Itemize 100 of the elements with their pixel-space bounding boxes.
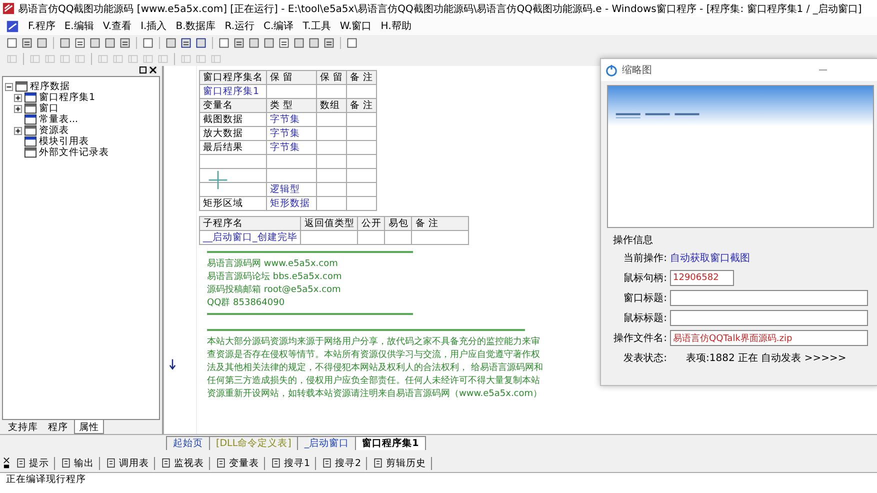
- toolbar-icon[interactable]: [323, 37, 335, 49]
- column-header: 类 型: [266, 98, 316, 112]
- status-text: 表项:1882 正在 自动发表 >>>>>: [685, 352, 846, 365]
- expander-icon[interactable]: [14, 104, 22, 112]
- output-tab[interactable]: 调用表: [106, 456, 155, 470]
- menu-item[interactable]: I.插入: [140, 19, 167, 33]
- node-icon: [24, 135, 37, 148]
- section-label: 操作信息: [613, 234, 654, 247]
- comment-line: 本站大部分源码资源均来源于网络用户分享，故代码之家不具备充分的监控能力来审: [207, 336, 540, 349]
- column-header: 备 注: [346, 98, 377, 112]
- toolbar-icon[interactable]: [59, 37, 71, 49]
- crosshair-icon: [207, 169, 229, 191]
- window-title: 易语言仿QQ截图功能源码 [www.e5a5x.com] [正在运行] - E:\tool\e5a5x\易语言仿QQ截图功能源码\易语言仿QQ截图功能源码.e - Windows窗口程序 - [程序集: 窗口程序集1 / _启动窗口]: [18, 2, 862, 16]
- toolbar-icon[interactable]: [278, 37, 290, 49]
- toolbar-icon[interactable]: [346, 37, 358, 49]
- editor-tab[interactable]: 起始页: [166, 436, 210, 450]
- toolbar-icon[interactable]: [6, 37, 18, 49]
- tree-item[interactable]: 程序数据: [30, 81, 70, 92]
- comment-line: 查资源是否存在侵权等情节。本站所有资源仅供学习与交流，用户应自觉遵守著作权: [207, 349, 540, 362]
- menu-item[interactable]: V.查看: [102, 19, 132, 33]
- output-tab[interactable]: 输出: [61, 456, 100, 470]
- tab-icon: [373, 458, 384, 468]
- toolbar-icon[interactable]: [165, 37, 177, 49]
- node-icon: [15, 80, 28, 93]
- input-field[interactable]: 12906582: [670, 270, 734, 286]
- power-icon: [605, 64, 618, 76]
- table-cell: __启动窗口_创建完毕: [203, 232, 298, 243]
- toolbar-icon[interactable]: [36, 37, 48, 49]
- field-label: 当前操作:: [622, 252, 667, 265]
- output-tab[interactable]: 监视表: [161, 456, 210, 470]
- toolbar-icon[interactable]: [142, 37, 154, 49]
- comment-line: QQ群 853864090: [207, 297, 285, 310]
- tree-item[interactable]: 常量表...: [39, 114, 78, 125]
- tree-item[interactable]: 窗口: [39, 103, 59, 114]
- column-header: 变量名: [200, 98, 266, 112]
- column-header: 易包: [384, 216, 412, 230]
- menu-item[interactable]: T.工具: [302, 19, 331, 33]
- column-header: 返回值类型: [300, 216, 358, 230]
- menu-item[interactable]: H.帮助: [380, 19, 412, 33]
- expander-icon[interactable]: [14, 126, 22, 134]
- output-tab[interactable]: 变量表: [216, 456, 265, 470]
- output-tab[interactable]: 搜寻1: [271, 456, 316, 470]
- toolbar-icon[interactable]: [233, 37, 245, 49]
- tab-icon: [106, 458, 116, 468]
- column-header: 备 注: [412, 216, 469, 230]
- tab-icon: [61, 458, 71, 468]
- panel-tab[interactable]: 支持库: [4, 420, 42, 434]
- menu-item[interactable]: E.编辑: [64, 19, 94, 33]
- input-field[interactable]: [670, 290, 868, 306]
- tree-item[interactable]: 资源表: [39, 125, 69, 136]
- comment-line: 任何第三方造成损失的，侵权用户应负全部责任。任何人未经许可不得大量复制本站: [207, 375, 540, 388]
- toolbar-icon[interactable]: [308, 37, 320, 49]
- tree-item[interactable]: 窗口程序集1: [39, 92, 96, 103]
- close-icon[interactable]: [149, 66, 157, 74]
- tree-item[interactable]: 外部文件记录表: [39, 147, 109, 158]
- table-cell: 截图数据: [203, 114, 243, 125]
- menu-item[interactable]: R.运行: [224, 19, 255, 33]
- column-header: 公开: [358, 216, 385, 230]
- input-field[interactable]: 易语言仿QQTalk界面源码.zip: [670, 330, 868, 346]
- expander-icon[interactable]: [5, 82, 13, 90]
- tab-icon: [271, 458, 281, 468]
- tab-icon: [322, 458, 332, 468]
- output-tab[interactable]: 提示: [16, 456, 55, 470]
- toolbar-icon[interactable]: [104, 37, 116, 49]
- toolbar-icon[interactable]: [89, 37, 101, 49]
- toolbar-icon[interactable]: [195, 37, 207, 49]
- menu-item[interactable]: C.编译: [264, 19, 294, 33]
- table-cell: 矩形数据: [270, 198, 310, 209]
- tree-item[interactable]: 模块引用表: [39, 136, 89, 147]
- table-cell: 字节集: [270, 114, 300, 125]
- comment-line: 易语言源码论坛 bbs.e5a5x.com: [207, 271, 342, 284]
- panel-tab[interactable]: 属性: [74, 420, 104, 434]
- field-label: 鼠标句柄:: [622, 272, 667, 285]
- column-header: 备 注: [346, 70, 377, 84]
- toolbar-icon[interactable]: [293, 37, 305, 49]
- toolbar-icon[interactable]: [21, 37, 33, 49]
- input-field[interactable]: [670, 310, 868, 326]
- menu-item[interactable]: W.窗口: [340, 19, 372, 33]
- toolbar-icon[interactable]: [218, 37, 230, 49]
- output-tab[interactable]: 剪辑历史: [373, 456, 432, 470]
- toolbar-icon[interactable]: [180, 37, 192, 49]
- field-label: 鼠标标题:: [622, 312, 667, 325]
- menu-item[interactable]: F.程序: [28, 19, 56, 33]
- node-icon: [24, 146, 37, 159]
- expander-icon[interactable]: [14, 94, 22, 102]
- restore-icon[interactable]: [139, 66, 147, 74]
- program-icon: [6, 20, 19, 32]
- table-cell: 字节集: [270, 142, 300, 153]
- table-cell: 窗口程序集1: [203, 86, 260, 97]
- field-label: 发表状态:: [622, 352, 667, 365]
- toolbar-icon[interactable]: [263, 37, 275, 49]
- menu-item[interactable]: B.数据库: [176, 19, 216, 33]
- toolbar-icon[interactable]: [74, 37, 86, 49]
- panel-tab[interactable]: 程序: [44, 420, 72, 434]
- editor-tab[interactable]: 窗口程序集1: [355, 436, 426, 450]
- output-tab[interactable]: 搜寻2: [322, 456, 368, 470]
- toolbar-icon[interactable]: [119, 37, 131, 49]
- column-header: 子程序名: [200, 216, 301, 230]
- column-header: 数组: [316, 98, 347, 112]
- toolbar-icon[interactable]: [248, 37, 260, 49]
